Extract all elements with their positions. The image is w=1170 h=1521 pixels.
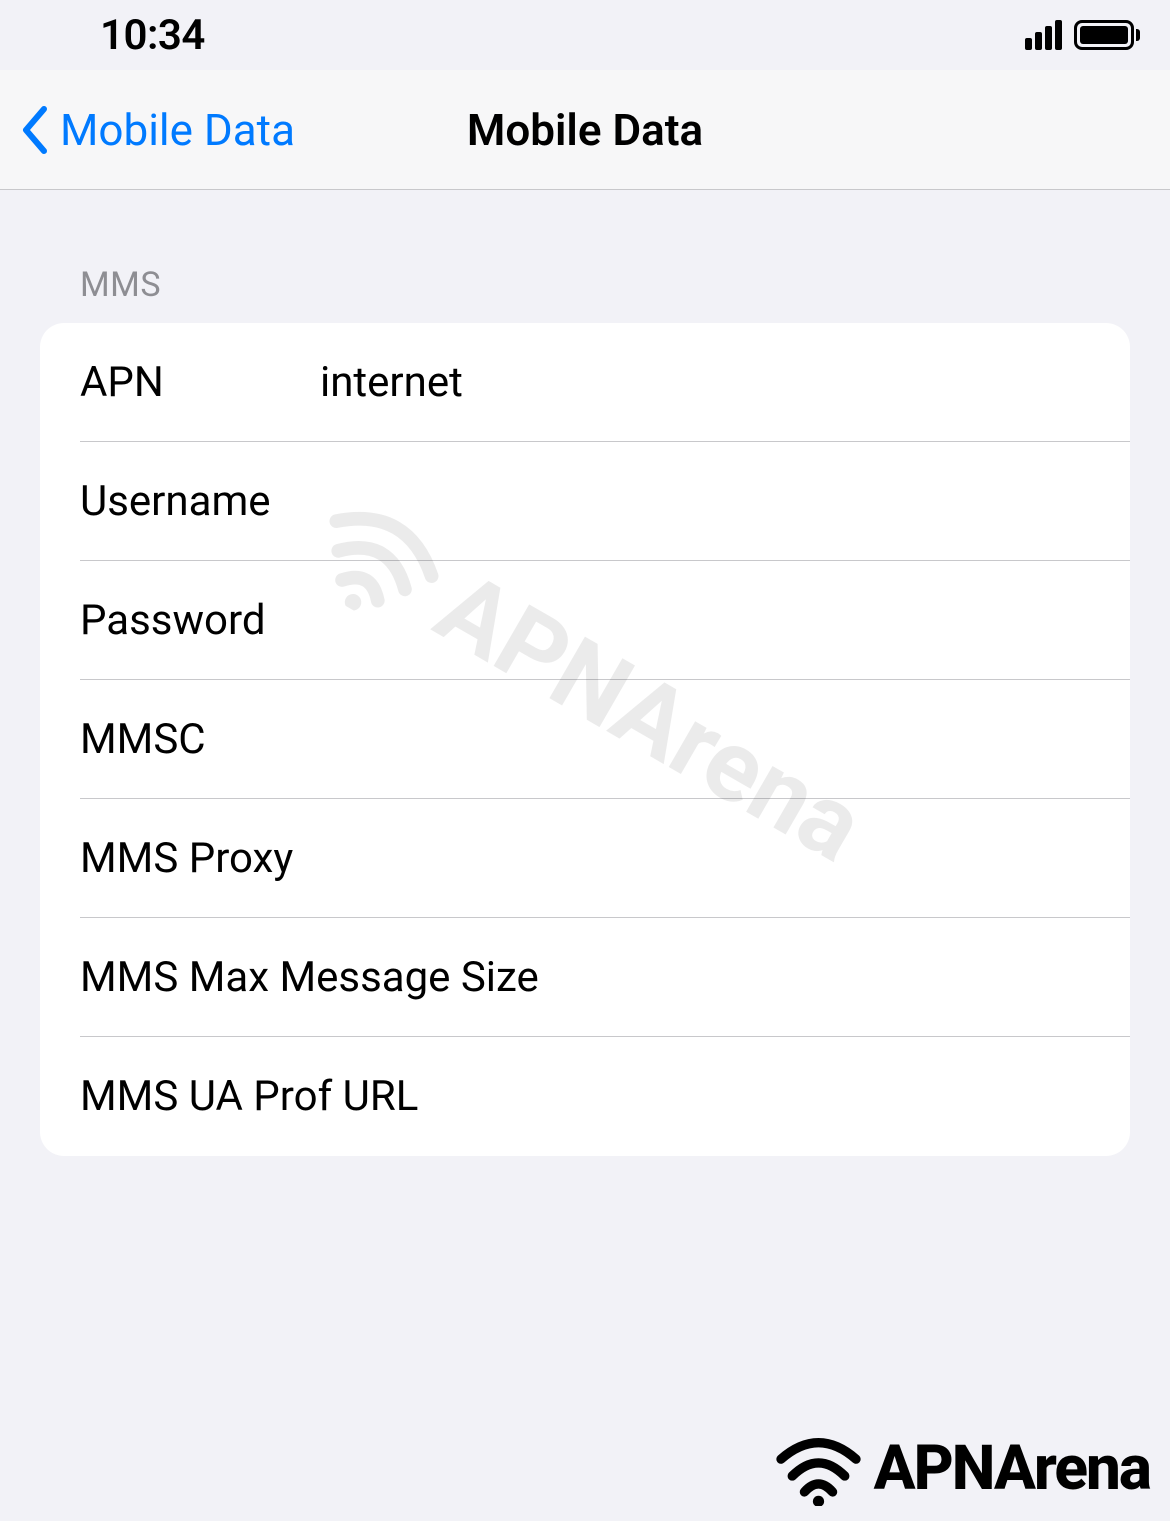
row-label: APN [80,358,320,407]
mms-max-size-input[interactable] [539,953,1090,1002]
row-label: MMSC [80,715,320,764]
footer-logo: APNArena [771,1431,1150,1506]
apn-input[interactable] [320,358,1090,407]
navigation-bar: Mobile Data Mobile Data [0,70,1170,190]
setting-row-mms-ua-prof[interactable]: MMS UA Prof URL [40,1037,1130,1156]
status-indicators [1025,20,1140,50]
username-input[interactable] [320,477,1090,526]
row-label: Password [80,596,320,645]
footer-logo-text: APNArena [874,1432,1150,1505]
mms-ua-prof-input[interactable] [418,1072,1090,1121]
setting-row-password[interactable]: Password [40,561,1130,680]
status-time: 10:34 [100,11,205,60]
setting-row-mmsc[interactable]: MMSC [40,680,1130,799]
settings-group-mms: APN Username Password MMSC MMS Proxy MMS… [40,323,1130,1156]
status-bar: 10:34 [0,0,1170,70]
back-button[interactable]: Mobile Data [0,104,295,156]
page-title: Mobile Data [467,104,703,156]
cellular-signal-icon [1025,20,1062,50]
row-label: Username [80,477,320,526]
back-button-label: Mobile Data [60,104,295,156]
row-label: MMS Max Message Size [80,953,539,1002]
chevron-back-icon [20,105,50,155]
mmsc-input[interactable] [320,715,1090,764]
setting-row-username[interactable]: Username [40,442,1130,561]
password-input[interactable] [320,596,1090,645]
setting-row-mms-max-size[interactable]: MMS Max Message Size [40,918,1130,1037]
section-header-mms: MMS [40,265,1130,323]
mms-proxy-input[interactable] [293,834,1090,883]
wifi-icon [771,1431,866,1506]
battery-icon [1074,20,1140,50]
setting-row-mms-proxy[interactable]: MMS Proxy [40,799,1130,918]
setting-row-apn[interactable]: APN [40,323,1130,442]
row-label: MMS UA Prof URL [80,1072,418,1121]
row-label: MMS Proxy [80,834,293,883]
